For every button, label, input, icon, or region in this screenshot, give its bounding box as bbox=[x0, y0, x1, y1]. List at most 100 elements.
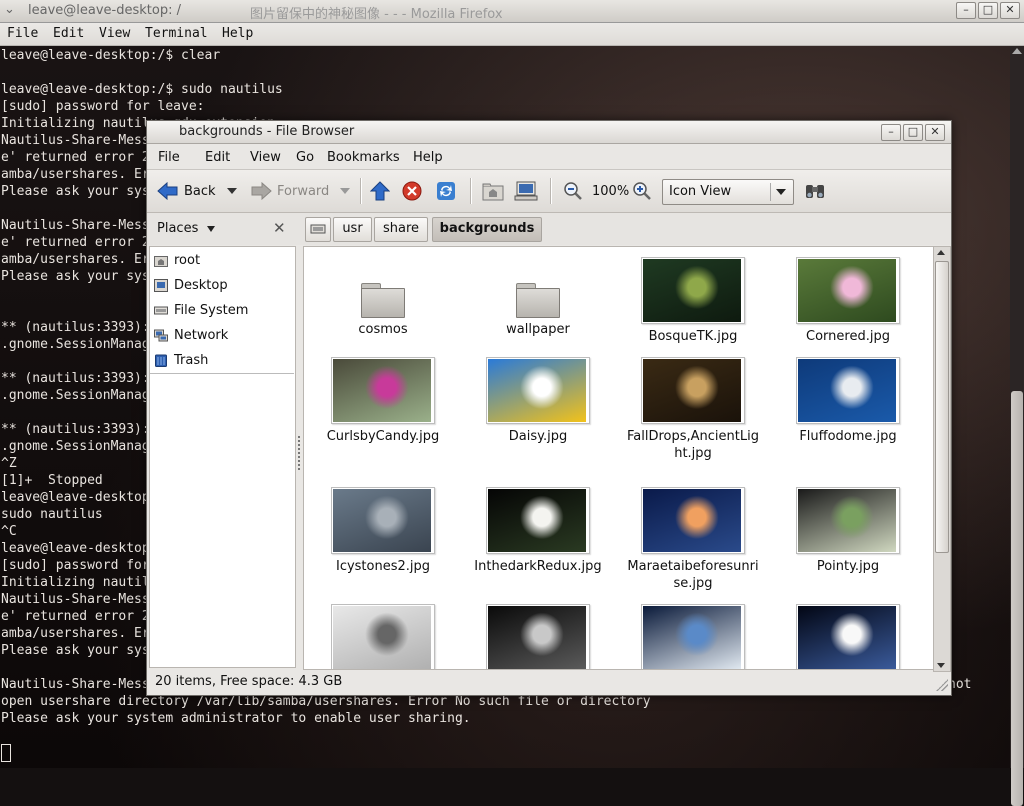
forward-history-dropdown-icon[interactable] bbox=[340, 188, 351, 194]
terminal-scrollbar[interactable] bbox=[1010, 46, 1024, 806]
file-item[interactable]: Icystones2.jpg bbox=[308, 487, 458, 575]
menu-go[interactable]: Go bbox=[296, 150, 314, 165]
file-item[interactable]: CurlsbyCandy.jpg bbox=[308, 357, 458, 445]
zoom-level[interactable]: 100% bbox=[592, 180, 629, 202]
home-folder-icon bbox=[154, 256, 168, 267]
computer-icon bbox=[514, 181, 538, 201]
item-label: Maraetaibeforesunrise.jpg bbox=[627, 559, 759, 591]
sidebar-item-label: Desktop bbox=[174, 278, 228, 293]
sidebar-item-network[interactable]: Network bbox=[154, 326, 292, 348]
breadcrumb-usr[interactable]: usr bbox=[333, 217, 372, 242]
file-item[interactable]: Daisy.jpg bbox=[463, 357, 613, 445]
close-sidebar-icon[interactable]: ✕ bbox=[273, 219, 286, 237]
scroll-down-icon[interactable] bbox=[937, 663, 945, 668]
breadcrumb-root-button[interactable] bbox=[305, 217, 331, 242]
file-item[interactable] bbox=[618, 604, 768, 669]
folder-item[interactable]: wallpaper bbox=[463, 257, 613, 338]
sidebar-item-root[interactable]: root bbox=[154, 251, 292, 273]
thumbnail-image bbox=[488, 359, 586, 422]
file-item[interactable]: BosqueTK.jpg bbox=[618, 257, 768, 345]
terminal-menu-help[interactable]: Help bbox=[222, 26, 253, 41]
item-label: Icystones2.jpg bbox=[335, 559, 431, 574]
file-item[interactable]: Fluffodome.jpg bbox=[773, 357, 923, 445]
icon-view-scrollbar[interactable] bbox=[933, 246, 951, 672]
pane-resize-handle[interactable] bbox=[298, 436, 302, 470]
search-button[interactable] bbox=[804, 180, 826, 202]
close-icon[interactable]: ✕ bbox=[1000, 2, 1020, 19]
places-chevron-down-icon[interactable] bbox=[207, 226, 215, 232]
places-selector[interactable]: Places bbox=[157, 221, 198, 236]
maximize-icon[interactable]: □ bbox=[903, 124, 923, 141]
image-thumbnail bbox=[486, 604, 590, 669]
folder-icon bbox=[516, 283, 560, 318]
file-item[interactable]: FallDrops,AncientLight.jpg bbox=[618, 357, 768, 462]
terminal-menu-edit[interactable]: Edit bbox=[53, 26, 84, 41]
file-item[interactable]: InthedarkRedux.jpg bbox=[463, 487, 613, 575]
sidebar-item-desktop[interactable]: Desktop bbox=[154, 276, 292, 298]
terminal-menu-terminal[interactable]: Terminal bbox=[145, 26, 208, 41]
thumbnail-image bbox=[643, 259, 741, 322]
scroll-thumb[interactable] bbox=[935, 261, 949, 553]
file-item[interactable] bbox=[463, 604, 613, 669]
item-label: InthedarkRedux.jpg bbox=[474, 559, 602, 574]
status-bar: 20 items, Free space: 4.3 GB bbox=[147, 672, 951, 694]
file-browser-titlebar[interactable]: backgrounds - File Browser – □ ✕ bbox=[147, 121, 951, 144]
image-thumbnail bbox=[796, 357, 900, 424]
terminal-scroll-thumb[interactable] bbox=[1011, 391, 1023, 806]
menu-help[interactable]: Help bbox=[413, 150, 443, 165]
sidebar-item-file-system[interactable]: File System bbox=[154, 301, 292, 323]
reload-button[interactable] bbox=[436, 180, 456, 202]
network-icon bbox=[154, 329, 168, 342]
file-item[interactable]: Maraetaibeforesunrise.jpg bbox=[618, 487, 768, 592]
forward-button[interactable]: Forward bbox=[250, 180, 351, 202]
sidebar-item-trash[interactable]: Trash bbox=[154, 351, 292, 373]
window-menu-icon[interactable]: ⌄ bbox=[4, 2, 15, 17]
resize-grip-icon[interactable] bbox=[936, 679, 948, 691]
terminal-menu-file[interactable]: File bbox=[7, 26, 38, 41]
menu-edit[interactable]: Edit bbox=[205, 150, 230, 165]
minimize-icon[interactable]: – bbox=[881, 124, 901, 141]
terminal-line: leave@leave-desktop:/$ clear bbox=[1, 48, 221, 63]
toolbar-separator bbox=[360, 178, 362, 204]
file-item[interactable]: Pointy.jpg bbox=[773, 487, 923, 575]
back-history-dropdown-icon[interactable] bbox=[226, 188, 237, 194]
minimize-icon[interactable]: – bbox=[956, 2, 976, 19]
menu-bookmarks[interactable]: Bookmarks bbox=[327, 150, 400, 165]
home-button[interactable] bbox=[482, 180, 504, 202]
view-mode-select[interactable]: Icon View bbox=[662, 179, 794, 205]
terminal-line: Please ask your system administrator to … bbox=[1, 711, 471, 726]
file-item[interactable] bbox=[308, 604, 458, 669]
thumbnail-image bbox=[643, 489, 741, 552]
item-label: cosmos bbox=[358, 322, 408, 337]
computer-button[interactable] bbox=[514, 180, 538, 202]
maximize-icon[interactable]: □ bbox=[978, 2, 998, 19]
sidebar-item-label: File System bbox=[174, 303, 249, 318]
binoculars-icon bbox=[806, 185, 824, 198]
scroll-up-icon[interactable] bbox=[937, 250, 945, 255]
menu-view[interactable]: View bbox=[250, 150, 281, 165]
breadcrumb-backgrounds[interactable]: backgrounds bbox=[432, 217, 542, 242]
image-thumbnail bbox=[796, 257, 900, 324]
menu-file[interactable]: File bbox=[158, 150, 180, 165]
file-item[interactable]: Cornered.jpg bbox=[773, 257, 923, 345]
back-arrow-icon bbox=[157, 182, 178, 200]
up-button[interactable] bbox=[370, 180, 390, 202]
terminal-menubar: File Edit View Terminal Help bbox=[0, 23, 1024, 46]
toolbar-separator bbox=[470, 178, 472, 204]
terminal-menu-view[interactable]: View bbox=[99, 26, 130, 41]
toolbar-separator bbox=[550, 178, 552, 204]
back-button[interactable]: Back bbox=[157, 180, 237, 202]
folder-icon bbox=[361, 283, 405, 318]
zoom-in-button[interactable] bbox=[632, 180, 652, 202]
thumbnail-image bbox=[333, 489, 431, 552]
file-item[interactable] bbox=[773, 604, 923, 669]
item-label: wallpaper bbox=[506, 322, 570, 337]
breadcrumb-share[interactable]: share bbox=[374, 217, 428, 242]
close-icon[interactable]: ✕ bbox=[925, 124, 945, 141]
zoom-out-button[interactable] bbox=[563, 180, 583, 202]
scroll-up-icon[interactable] bbox=[1012, 48, 1022, 54]
stop-button[interactable] bbox=[402, 180, 422, 202]
folder-item[interactable]: cosmos bbox=[308, 257, 458, 338]
item-label: CurlsbyCandy.jpg bbox=[326, 429, 440, 444]
sidebar-divider bbox=[150, 373, 294, 374]
